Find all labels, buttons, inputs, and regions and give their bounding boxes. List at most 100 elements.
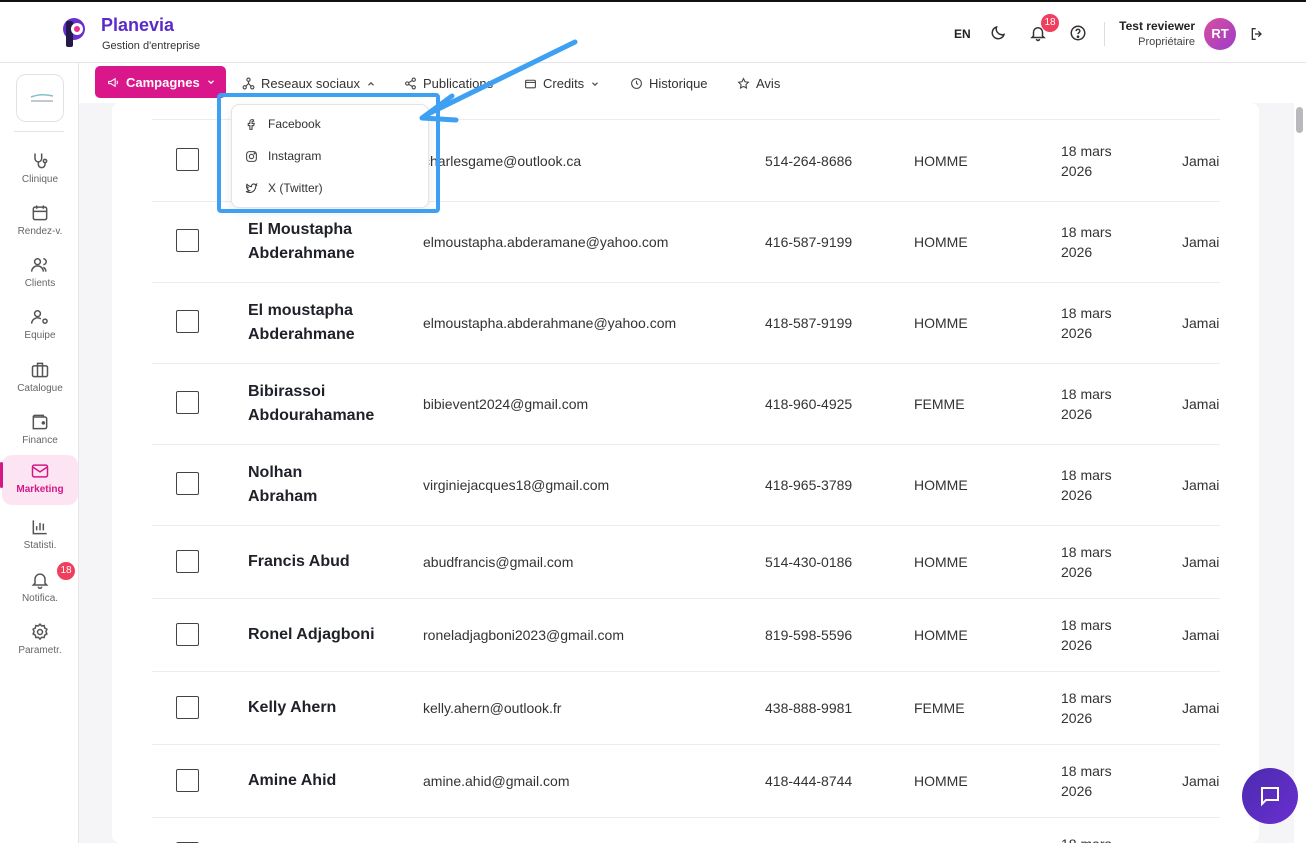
row-checkbox[interactable] [176, 472, 199, 495]
row-checkbox[interactable] [176, 623, 199, 646]
client-name: Kelly Ahern [248, 699, 337, 716]
client-email: abudfrancis@gmail.com [423, 554, 574, 570]
client-email: kelly.ahern@outlook.fr [423, 700, 562, 716]
table-row[interactable]: Amine Ahid amine.ahid@gmail.com 418-444-… [152, 745, 1220, 818]
avatar[interactable]: RT [1204, 18, 1236, 50]
row-checkbox[interactable] [176, 550, 199, 573]
sidebar-item-statistiques[interactable]: Statisti. [2, 511, 78, 561]
client-email: virginiejacques18@gmail.com [423, 477, 610, 493]
tab-campagnes[interactable]: Campagnes [95, 66, 226, 98]
sidebar-item-label: Marketing [16, 484, 64, 495]
language-toggle[interactable]: EN [954, 27, 971, 41]
sidebar-item-label: Clinique [21, 174, 59, 185]
app-subtitle: Gestion d'entreprise [102, 40, 201, 52]
wallet-icon [32, 414, 48, 430]
calendar-icon [32, 205, 48, 221]
row-checkbox[interactable] [176, 391, 199, 414]
mail-icon [31, 464, 49, 478]
client-gender: FEMME [914, 396, 965, 412]
gear-icon [32, 622, 48, 641]
sidebar-item-label: Finance [22, 435, 58, 446]
client-date: 18 mars 2026 [1061, 467, 1112, 503]
chat-button[interactable] [1242, 768, 1298, 824]
tab-avis-label: Avis [756, 76, 781, 91]
client-last-visit: Jamai [1182, 554, 1220, 570]
client-date: 18 mars 2026 [1061, 143, 1112, 179]
sidebar-item-parametres[interactable]: Parametr. [2, 616, 78, 666]
active-indicator [0, 462, 3, 488]
sidebar-item-marketing[interactable]: Marketing [2, 455, 78, 505]
table-row[interactable]: Bibirassoi Abdourahamane bibievent2024@g… [152, 364, 1220, 445]
table-row[interactable]: Nolhan Abraham virginiejacques18@gmail.c… [152, 445, 1220, 526]
megaphone-icon [108, 77, 119, 87]
row-checkbox[interactable] [176, 148, 199, 171]
client-date: 18 mars [1061, 834, 1131, 843]
table-row[interactable]: El moustapha Abderahmane elmoustapha.abd… [152, 283, 1220, 364]
notification-badge: 18 [1041, 14, 1059, 32]
logout-icon[interactable] [1249, 26, 1265, 42]
chat-bubble-icon [1261, 787, 1279, 807]
scrollbar-thumb[interactable] [1296, 107, 1303, 133]
client-gender: HOMME [914, 554, 968, 570]
client-phone: 418-444-8744 [765, 773, 853, 789]
client-last-visit: Jamai [1182, 153, 1220, 169]
table-row[interactable]: Ronel Adjagboni roneladjagboni2023@gmail… [152, 599, 1220, 672]
sidebar-item-clients[interactable]: Clients [2, 249, 78, 299]
tab-historique-label: Historique [649, 76, 708, 91]
tab-historique[interactable]: Historique [630, 76, 708, 91]
sidebar-item-rendez-vous[interactable]: Rendez-v. [2, 197, 78, 247]
row-checkbox[interactable] [176, 769, 199, 792]
sidebar-divider [14, 131, 64, 132]
row-checkbox[interactable] [176, 696, 199, 719]
client-date: 18 mars 2026 [1061, 544, 1112, 580]
table-row[interactable]: 18 mars [152, 818, 1220, 843]
sidebar-item-finance[interactable]: Finance [2, 406, 78, 456]
row-checkbox[interactable] [176, 310, 199, 333]
moon-icon[interactable] [989, 24, 1007, 42]
annotation-arrow-icon [419, 39, 578, 123]
planevia-logo-icon[interactable] [62, 17, 88, 49]
sidebar-item-label: Catalogue [17, 383, 63, 394]
help-icon[interactable] [1069, 24, 1087, 42]
client-gender: HOMME [914, 627, 968, 643]
chevron-down-icon [592, 81, 599, 86]
table-row[interactable]: Francis Abud abudfrancis@gmail.com 514-4… [152, 526, 1220, 599]
sidebar-item-label: Parametr. [18, 645, 62, 656]
client-gender: HOMME [914, 773, 968, 789]
tab-campagnes-label: Campagnes [126, 74, 200, 90]
bell-icon [31, 573, 49, 590]
client-date: 18 mars 2026 [1061, 617, 1112, 653]
sidebar-item-label: Statisti. [23, 540, 57, 551]
client-gender: HOMME [914, 234, 968, 250]
client-date: 18 mars 2026 [1061, 386, 1112, 422]
bar-chart-icon [32, 520, 47, 535]
chevron-down-icon [207, 80, 214, 85]
tab-reseaux-sociaux[interactable]: Reseaux sociaux [242, 76, 376, 91]
client-name: Nolhan Abraham [248, 464, 318, 505]
network-icon [242, 77, 255, 90]
client-email: roneladjagboni2023@gmail.com [423, 627, 625, 643]
client-last-visit: Jamai [1182, 396, 1220, 412]
table-row[interactable]: El Moustapha Abderahmane elmoustapha.abd… [152, 202, 1220, 283]
business-logo[interactable] [16, 74, 64, 122]
tab-avis[interactable]: Avis [737, 76, 780, 91]
client-phone: 438-888-9981 [765, 700, 853, 716]
client-name: El Moustapha Abderahmane [248, 221, 355, 262]
client-last-visit: Jamai [1182, 477, 1220, 493]
client-email: elmoustapha.abderahmane@yahoo.com [423, 315, 677, 331]
sidebar-item-clinique[interactable]: Clinique [2, 145, 78, 195]
client-date: 18 mars 2026 [1061, 224, 1112, 260]
sidebar-item-label: Rendez-v. [17, 226, 63, 237]
table-row[interactable]: Kelly Ahern kelly.ahern@outlook.fr 438-8… [152, 672, 1220, 745]
client-phone: 819-598-5596 [765, 627, 853, 643]
page-scrollbar[interactable] [1294, 103, 1306, 843]
client-name: Ronel Adjagboni [248, 626, 375, 643]
sidebar-item-label: Clients [24, 278, 56, 289]
sidebar-item-catalogue[interactable]: Catalogue [2, 354, 78, 404]
notification-badge: 18 [57, 562, 75, 580]
client-phone: 416-587-9199 [765, 234, 853, 250]
clock-icon [631, 78, 642, 89]
user-name[interactable]: Test reviewer [1119, 19, 1195, 33]
sidebar-item-equipe[interactable]: Equipe [2, 301, 78, 351]
row-checkbox[interactable] [176, 229, 199, 252]
